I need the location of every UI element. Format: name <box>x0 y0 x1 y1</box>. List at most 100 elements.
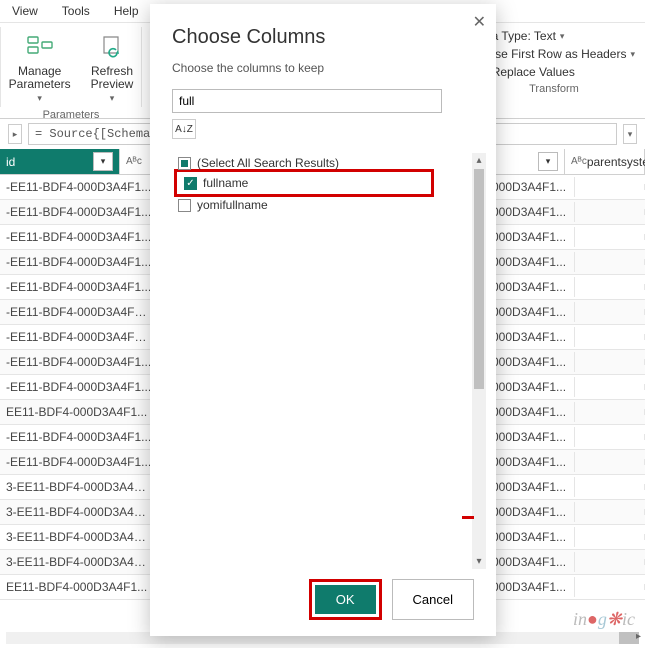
chevron-down-icon: ▾ <box>628 129 633 140</box>
sort-az-button[interactable]: A↓Z <box>172 119 196 139</box>
tristate-checkbox[interactable] <box>178 157 191 170</box>
cell-id: -EE11-BDF4-000D3A4F1... <box>0 252 160 272</box>
scrollbar-thumb[interactable] <box>474 169 484 389</box>
close-button[interactable]: ✕ <box>473 12 486 32</box>
cell-right2 <box>575 484 645 490</box>
checkbox-checked[interactable]: ✓ <box>184 177 197 190</box>
cell-right1: 000D3A4F1... <box>485 202 575 222</box>
cell-id: 3-EE11-BDF4-000D3A4F1... <box>0 527 160 547</box>
manage-parameters-button[interactable]: ManageParameters ▾ <box>3 27 77 109</box>
cell-right1: 000D3A4F1... <box>485 227 575 247</box>
cell-right1: 000D3A4F1... <box>485 277 575 297</box>
cell-id: -EE11-BDF4-000D3A4F1... <box>0 377 160 397</box>
cell-right1: 000D3A4F1... <box>485 177 575 197</box>
cell-id: -EE11-BDF4-000D3A4F1... <box>0 227 160 247</box>
cell-right2 <box>575 409 645 415</box>
cell-right2 <box>575 234 645 240</box>
cell-right1: 000D3A4F1... <box>485 327 575 347</box>
refresh-icon <box>96 31 128 63</box>
refresh-preview-label: RefreshPreview ▾ <box>91 65 134 105</box>
scroll-down-arrow[interactable]: ▾ <box>472 556 486 567</box>
column-filter-button[interactable]: ▾ <box>93 152 113 171</box>
highlight-annotation: ✓ fullname <box>174 169 434 197</box>
data-type-button[interactable]: Data Type: Text ▾ <box>473 29 635 43</box>
cell-right1: 000D3A4F1... <box>485 302 575 322</box>
column-item-label: yomifullname <box>197 198 268 212</box>
cell-right2 <box>575 184 645 190</box>
dialog-footer: OK Cancel <box>172 569 474 620</box>
column-item-yomifullname[interactable]: yomifullname <box>172 195 430 215</box>
column-search-input[interactable] <box>172 89 442 113</box>
formula-expand-button[interactable]: ▸ <box>8 124 22 144</box>
cell-right2 <box>575 259 645 265</box>
sort-az-icon: A↓Z <box>175 124 193 135</box>
ribbon-group-transform-label: Transform <box>473 83 635 95</box>
list-vertical-scrollbar[interactable]: ▴ ▾ <box>472 153 486 569</box>
replace-values-button[interactable]: ↻₂ Replace Values <box>473 65 635 79</box>
dialog-subtitle: Choose the columns to keep <box>172 61 474 75</box>
cell-right1: 000D3A4F1... <box>485 577 575 597</box>
cell-right2 <box>575 334 645 340</box>
cell-right2 <box>575 284 645 290</box>
column-item-label: fullname <box>203 176 248 190</box>
scroll-up-arrow[interactable]: ▴ <box>472 155 486 166</box>
cell-right2 <box>575 384 645 390</box>
cell-right2 <box>575 559 645 565</box>
chevron-down-icon: ▾ <box>630 49 635 60</box>
highlight-annotation: OK <box>309 579 382 620</box>
cell-right2 <box>575 534 645 540</box>
cell-right1: 000D3A4F1... <box>485 377 575 397</box>
cell-id: EE11-BDF4-000D3A4F1... <box>0 577 160 597</box>
cell-right1: 000D3A4F1... <box>485 427 575 447</box>
column-filter-button[interactable]: ▾ <box>538 152 558 171</box>
cell-right2 <box>575 509 645 515</box>
parameters-icon <box>24 31 56 63</box>
menu-view[interactable]: View <box>12 4 38 18</box>
replace-values-label: Replace Values <box>492 65 575 79</box>
select-all-label: (Select All Search Results) <box>197 156 339 170</box>
column-header-id[interactable]: id ▾ <box>0 149 120 174</box>
column-header-parentsystem-label: parentsyste <box>587 155 645 169</box>
cell-right1: 000D3A4F1... <box>485 477 575 497</box>
cell-right2 <box>575 209 645 215</box>
cell-id: 3-EE11-BDF4-000D3A4F1... <box>0 477 160 497</box>
cell-right1: 000D3A4F1... <box>485 502 575 522</box>
cell-right1: 000D3A4F1... <box>485 352 575 372</box>
text-type-icon: Aᴮc <box>571 156 587 167</box>
menu-help[interactable]: Help <box>114 4 139 18</box>
cell-right1: 000D3A4F1... <box>485 402 575 422</box>
chevron-right-icon: ▸ <box>13 129 18 140</box>
chevron-down-icon: ▾ <box>560 31 565 42</box>
first-row-headers-label: Use First Row as Headers <box>486 47 626 61</box>
cancel-button[interactable]: Cancel <box>392 579 474 620</box>
cell-id: -EE11-BDF4-000D3A4F1... <box>0 352 160 372</box>
cell-right2 <box>575 434 645 440</box>
text-type-icon: Aᴮc <box>126 156 142 167</box>
cell-id: -EE11-BDF4-000D3A4F1... <box>0 277 160 297</box>
cell-id: -EE11-BDF4-000D3A4F1... <box>0 427 160 447</box>
cell-id: -EE11-BDF4-000D3A4F18... <box>0 327 160 347</box>
checkbox-unchecked[interactable] <box>178 199 191 212</box>
cell-right1: 000D3A4F1... <box>485 527 575 547</box>
cell-id: -EE11-BDF4-000D3A4F18... <box>0 302 160 322</box>
choose-columns-dialog: ✕ Choose Columns Choose the columns to k… <box>150 4 496 636</box>
formula-dropdown-button[interactable]: ▾ <box>623 124 637 144</box>
column-list: (Select All Search Results) ✓ fullname y… <box>172 153 474 569</box>
ok-button[interactable]: OK <box>315 585 376 614</box>
column-header-parentsystem[interactable]: Aᴮc parentsyste <box>565 149 645 174</box>
close-icon: ✕ <box>473 14 486 31</box>
cell-right2 <box>575 309 645 315</box>
cell-right1: 000D3A4F1... <box>485 552 575 572</box>
column-item-fullname[interactable]: ✓ fullname <box>178 173 430 193</box>
menu-tools[interactable]: Tools <box>62 4 90 18</box>
ribbon-group-parameters-label: Parameters <box>43 109 100 121</box>
cell-id: EE11-BDF4-000D3A4F1... <box>0 402 160 422</box>
cell-id: -EE11-BDF4-000D3A4F1... <box>0 452 160 472</box>
cell-id: 3-EE11-BDF4-000D3A4F1... <box>0 502 160 522</box>
manage-parameters-label: ManageParameters ▾ <box>9 65 71 105</box>
refresh-preview-button[interactable]: RefreshPreview ▾ <box>85 27 140 109</box>
cell-id: 3-EE11-BDF4-000D3A4F1... <box>0 552 160 572</box>
first-row-headers-button[interactable]: ▦ Use First Row as Headers ▾ <box>473 47 635 61</box>
annotation-mark <box>462 516 474 519</box>
cell-right1: 000D3A4F1... <box>485 452 575 472</box>
